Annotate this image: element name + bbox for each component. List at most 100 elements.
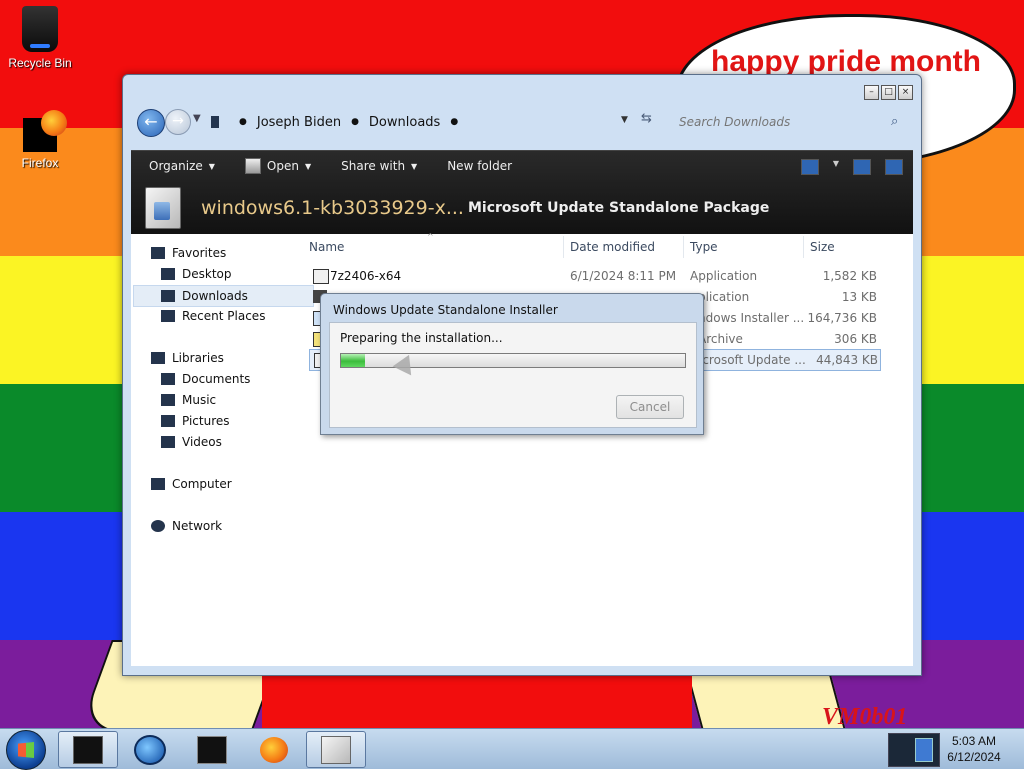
cancel-button[interactable]: Cancel [616,395,684,419]
nav-videos[interactable]: Videos [161,435,222,449]
recent-places-icon [161,310,175,322]
nav-pictures[interactable]: Pictures [161,414,230,428]
breadcrumb[interactable]: ● Joseph Biden ● Downloads ● [211,110,619,134]
breadcrumb-separator: ● [450,117,459,127]
view-options-icon[interactable] [800,159,819,175]
breadcrumb-user[interactable]: Joseph Biden [257,115,341,130]
file-name: 7z2406-x64 [330,269,402,283]
minimize-button[interactable]: – [864,85,879,100]
close-button[interactable]: × [898,85,913,100]
taskbar-item-command-prompt[interactable] [182,731,242,768]
nav-label: Music [182,393,217,407]
dialog-body: Preparing the installation... Cancel [329,322,697,428]
file-size: 1,582 KB [822,269,877,283]
column-divider[interactable] [563,236,564,258]
nav-label: Recent Places [182,309,266,323]
selected-file-name: windows6.1-kb3033929-x... [201,197,464,219]
nav-computer[interactable]: Computer [151,477,232,491]
search-icon[interactable]: ⌕ [891,114,898,129]
column-divider[interactable] [683,236,684,258]
file-row[interactable]: 7z2406-x64 6/1/2024 8:11 PM Application … [309,266,879,286]
taskbar: 5:03 AM 6/12/2024 [0,728,1024,770]
taskbar-item-installer[interactable] [306,731,366,768]
downloads-folder-icon [161,290,175,302]
file-size: 13 KB [841,290,877,304]
nav-label: Videos [182,435,222,449]
firefox-icon [23,110,67,152]
dialog-message: Preparing the installation... [340,331,503,345]
dialog-title: Windows Update Standalone Installer [333,303,558,317]
chevron-down-icon: ▼ [304,161,312,171]
share-with-button[interactable]: Share with ▼ [341,159,417,173]
open-button[interactable]: Open ▼ [244,158,312,174]
system-tray[interactable] [888,733,940,767]
breadcrumb-separator: ● [239,117,247,127]
nav-label: Documents [182,372,251,386]
taskbar-clock[interactable]: 5:03 AM 6/12/2024 [940,733,1008,765]
file-type: Application [690,269,758,283]
nav-documents[interactable]: Documents [161,372,250,386]
toolbar: Organize ▼ Open ▼ Share with ▼ New folder [131,151,512,181]
nav-favorites[interactable]: Favorites [151,246,226,260]
taskbar-item-terminal[interactable] [58,731,118,768]
search-input[interactable] [673,113,891,130]
taskbar-item-media-player[interactable] [120,731,180,768]
help-icon[interactable] [885,159,903,175]
organize-button[interactable]: Organize ▼ [149,159,215,173]
column-header-size[interactable]: Size [810,240,835,254]
new-folder-button[interactable]: New folder [447,159,512,173]
nav-libraries[interactable]: Libraries [151,351,224,365]
open-icon [244,158,261,174]
back-button[interactable]: ← [137,109,165,137]
nav-music[interactable]: Music [161,393,216,407]
desktop-icon-label: Recycle Bin [8,56,72,70]
view-controls: ▼ [800,159,903,175]
nav-downloads[interactable]: Downloads [133,285,314,307]
desktop-icon-firefox[interactable]: Firefox [0,110,80,170]
column-divider[interactable] [803,236,804,258]
desktop-icon [161,268,175,280]
nav-label: Computer [172,477,232,491]
music-icon [161,394,175,406]
taskbar-item-firefox[interactable] [244,731,304,768]
libraries-icon [151,352,165,364]
nav-recent-places[interactable]: Recent Places [161,309,265,323]
firefox-icon [260,736,288,763]
maximize-button[interactable]: □ [881,85,896,100]
breadcrumb-downloads[interactable]: Downloads [369,115,440,130]
chevron-down-icon[interactable]: ▼ [833,159,839,175]
folder-icon [211,116,219,128]
column-header-date[interactable]: Date modified [570,240,655,254]
organize-label: Organize [149,159,203,173]
address-bar-row: ← → ▼ ● Joseph Biden ● Downloads ● ▼ ⇆ ⌕ [135,105,915,139]
start-button[interactable] [6,730,46,770]
desktop-icon-recycle-bin[interactable]: Recycle Bin [0,6,80,70]
nav-desktop[interactable]: Desktop [161,267,232,281]
clock-time: 5:03 AM [951,734,997,748]
terminal-icon [73,735,103,764]
file-size: 164,736 KB [807,311,877,325]
nav-label: Libraries [172,351,224,365]
search-box[interactable]: ⌕ [673,109,917,134]
forward-button[interactable]: → [165,109,191,135]
pictures-icon [161,415,175,427]
details-header: windows6.1-kb3033929-x... Microsoft Upda… [145,181,769,235]
file-type: plication [698,290,750,304]
recycle-bin-icon [22,6,58,52]
refresh-icon[interactable]: ⇆ [641,111,652,126]
recent-pages-dropdown[interactable]: ▼ [193,113,201,124]
sort-ascending-icon: ^ [427,232,434,241]
file-date: 6/1/2024 8:11 PM [570,269,677,283]
arrow-left-icon: ← [144,112,158,131]
selected-file-type: Microsoft Update Standalone Package [467,200,770,216]
nav-label: Favorites [172,246,227,260]
column-header-type[interactable]: Type [690,240,718,254]
new-folder-label: New folder [447,159,513,173]
column-header-name[interactable]: Name [309,240,344,254]
nav-network[interactable]: Network [151,519,222,533]
preview-pane-icon[interactable] [853,159,871,175]
nav-label: Pictures [182,414,230,428]
address-dropdown[interactable]: ▼ [621,115,628,125]
computer-icon [151,478,165,490]
breadcrumb-separator: ● [351,117,359,127]
